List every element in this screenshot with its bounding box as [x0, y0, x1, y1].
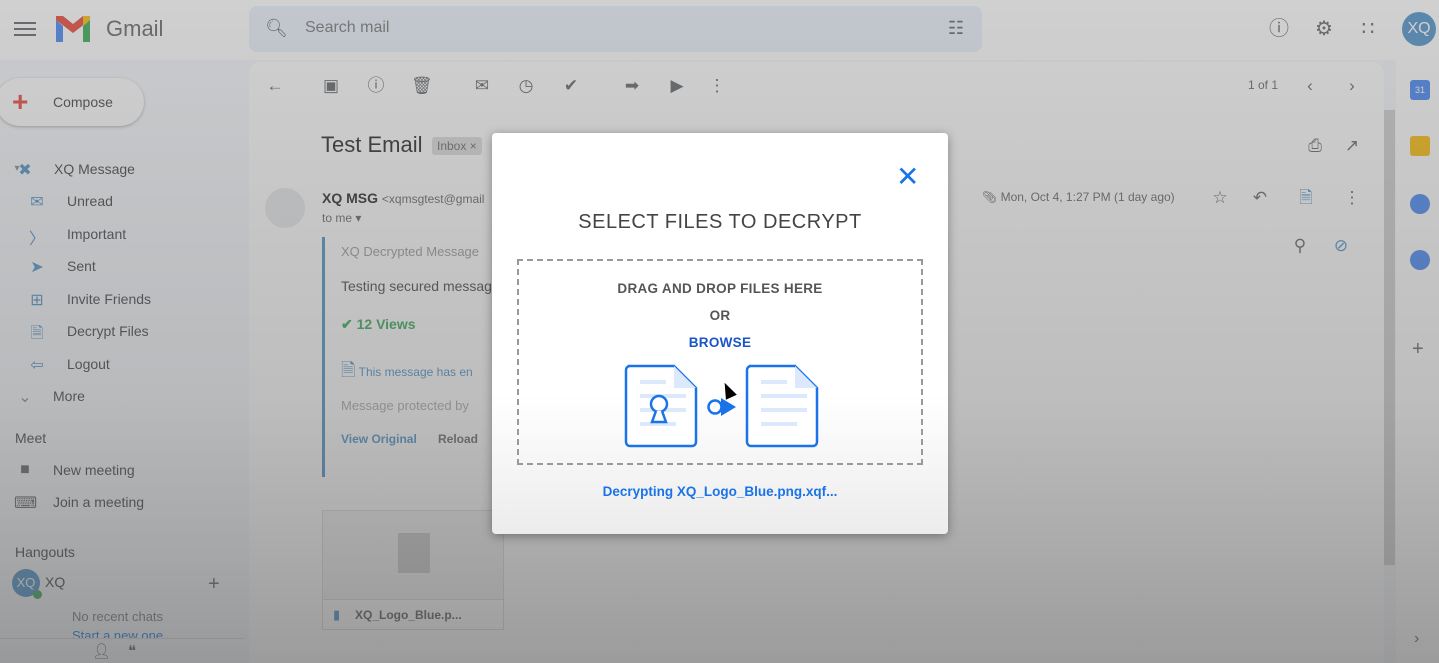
drag-drop-text: DRAG AND DROP FILES HERE [617, 281, 823, 296]
file-dropzone[interactable]: DRAG AND DROP FILES HERE OR BROWSE [517, 259, 923, 465]
decrypt-status: Decrypting XQ_Logo_Blue.png.xqf... [602, 484, 838, 499]
decrypt-files-dialog: ✕ SELECT FILES TO DECRYPT DRAG AND DROP … [492, 133, 948, 534]
dialog-title: SELECT FILES TO DECRYPT [578, 211, 862, 233]
browse-link-wrap: BROWSE [519, 335, 921, 350]
decrypted-file-icon [745, 364, 819, 448]
or-text: OR [709, 308, 731, 323]
close-icon[interactable]: ✕ [896, 163, 919, 191]
key-arrow-icon [707, 398, 736, 416]
browse-link[interactable]: BROWSE [689, 335, 752, 350]
encrypted-file-icon [624, 364, 698, 448]
decrypt-illustration [624, 364, 819, 448]
